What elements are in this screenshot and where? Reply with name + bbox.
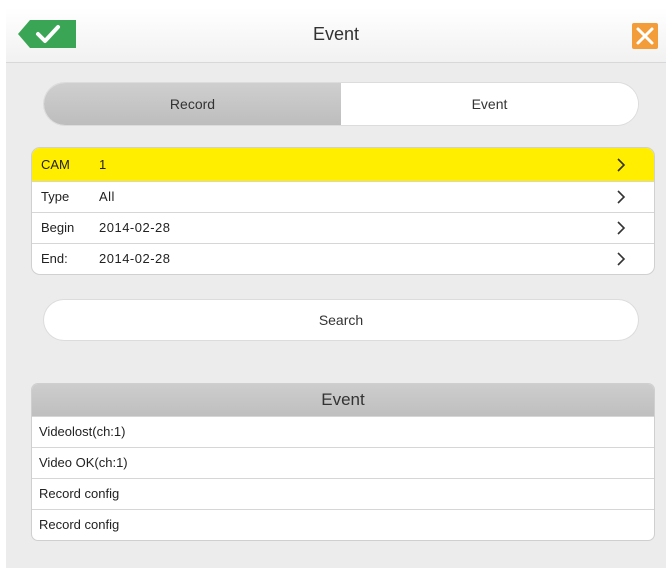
page-title: Event	[312, 24, 360, 44]
filter-value: All	[99, 189, 115, 204]
filter-label: CAM	[41, 157, 70, 172]
close-icon	[636, 27, 654, 45]
chevron-right-icon	[616, 213, 626, 243]
filter-row-type[interactable]: Type All	[32, 181, 654, 212]
filter-value: 2014-02-28	[99, 251, 171, 266]
list-item[interactable]: Record config	[32, 509, 654, 540]
filter-value: 1	[99, 157, 107, 172]
filter-value: 2014-02-28	[99, 220, 171, 235]
mode-segmented-control: Record Event	[44, 83, 638, 125]
filter-form: CAM 1 Type All Begin 2014-02-28 End: 201…	[32, 148, 654, 274]
event-list-header: Event	[32, 384, 654, 416]
event-window: Event Record Event CAM 1 Type All Begin	[6, 8, 666, 568]
list-item[interactable]: Video OK(ch:1)	[32, 447, 654, 478]
chevron-right-icon	[616, 182, 626, 212]
chevron-right-icon	[616, 148, 626, 181]
filter-row-begin[interactable]: Begin 2014-02-28	[32, 212, 654, 243]
close-button[interactable]	[632, 23, 658, 49]
tab-event[interactable]: Event	[341, 83, 638, 125]
search-button[interactable]: Search	[44, 300, 638, 340]
title-bar: Event	[6, 8, 666, 63]
list-item[interactable]: Videolost(ch:1)	[32, 416, 654, 447]
filter-label: Type	[41, 189, 70, 204]
filter-label: Begin	[41, 220, 75, 235]
filter-row-cam[interactable]: CAM 1	[32, 148, 654, 181]
filter-label: End:	[41, 251, 68, 266]
event-list: Event Videolost(ch:1) Video OK(ch:1) Rec…	[32, 384, 654, 540]
filter-row-end[interactable]: End: 2014-02-28	[32, 243, 654, 274]
tab-record[interactable]: Record	[44, 83, 341, 125]
list-item[interactable]: Record config	[32, 478, 654, 509]
chevron-right-icon	[616, 244, 626, 274]
